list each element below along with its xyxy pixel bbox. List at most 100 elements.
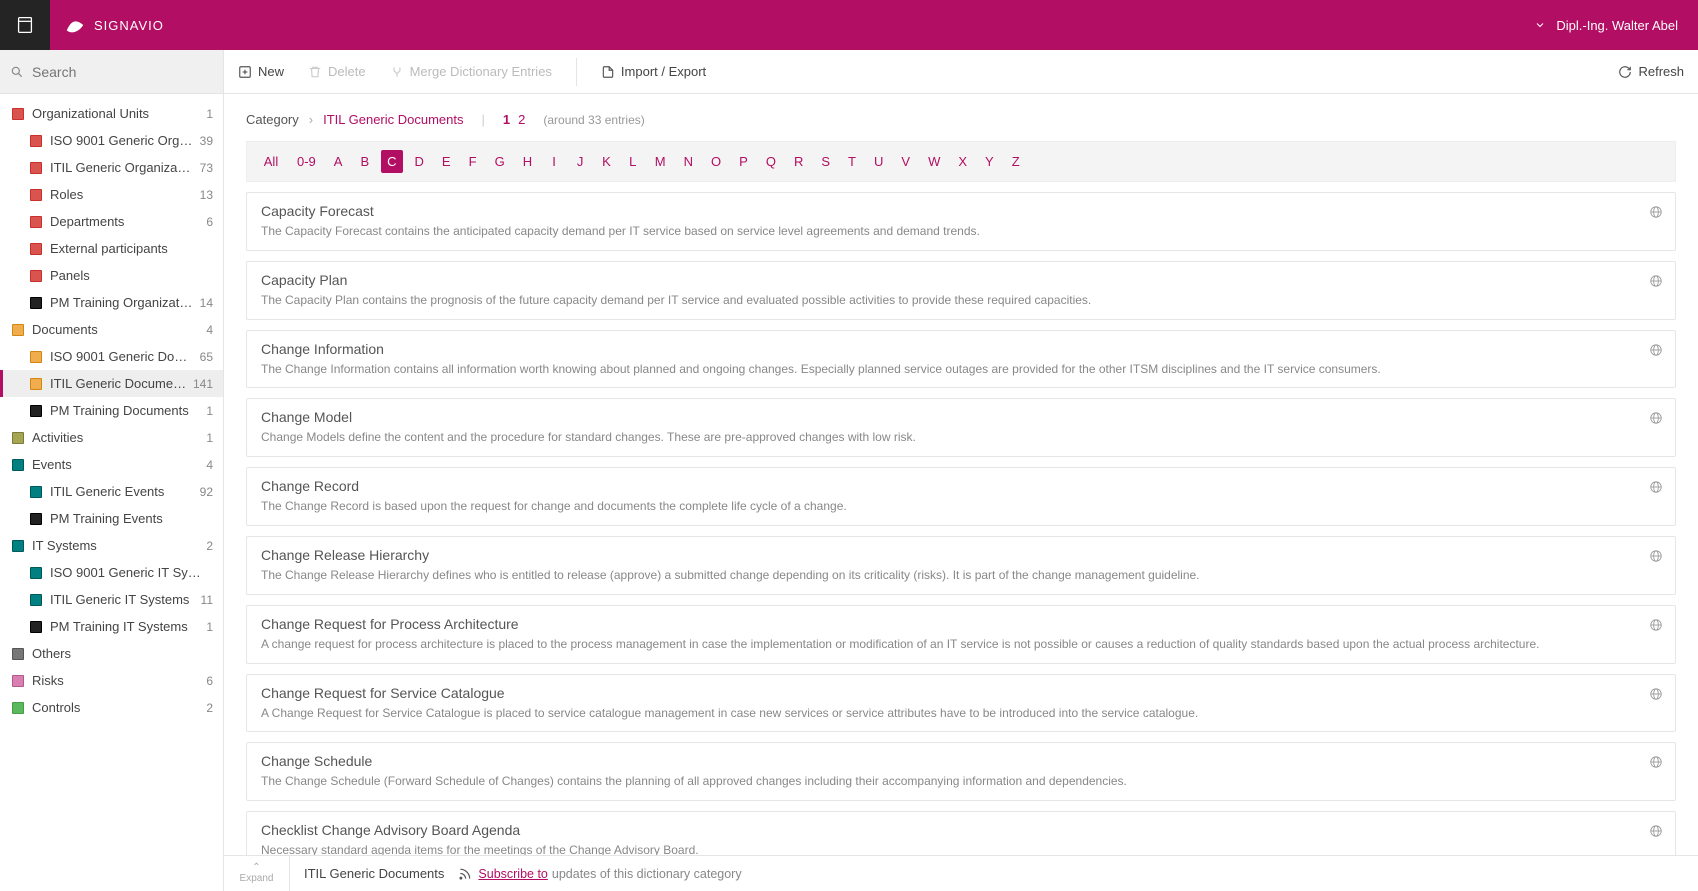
alpha-filter-button[interactable]: M <box>649 150 672 173</box>
category-icon <box>30 189 42 201</box>
sidebar-item-label: External participants <box>50 241 207 256</box>
top-bar: SIGNAVIO Dipl.-Ing. Walter Abel <box>0 0 1698 50</box>
sidebar-item[interactable]: Controls2 <box>0 694 223 721</box>
user-menu[interactable]: Dipl.-Ing. Walter Abel <box>1534 18 1698 33</box>
sidebar-item[interactable]: Risks6 <box>0 667 223 694</box>
dictionary-entry[interactable]: Change InformationThe Change Information… <box>246 330 1676 389</box>
sidebar-item[interactable]: Activities1 <box>0 424 223 451</box>
alpha-filter-button[interactable]: J <box>570 150 590 173</box>
alpha-filter-button[interactable]: I <box>544 150 564 173</box>
sidebar-item[interactable]: Others <box>0 640 223 667</box>
alpha-filter-button[interactable]: K <box>596 150 617 173</box>
dictionary-entry[interactable]: Change ScheduleThe Change Schedule (Forw… <box>246 742 1676 801</box>
alpha-filter-button[interactable]: F <box>463 150 483 173</box>
alpha-filter-button[interactable]: W <box>922 150 946 173</box>
breadcrumb: Category › ITIL Generic Documents | 12 (… <box>224 94 1698 137</box>
search-input[interactable] <box>32 64 213 80</box>
sidebar-item[interactable]: ITIL Generic IT Systems11 <box>0 586 223 613</box>
import-export-button[interactable]: Import / Export <box>601 64 706 79</box>
dictionary-entry[interactable]: Capacity PlanThe Capacity Plan contains … <box>246 261 1676 320</box>
dictionary-entry[interactable]: Capacity ForecastThe Capacity Forecast c… <box>246 192 1676 251</box>
trash-icon <box>308 65 322 79</box>
sidebar-item[interactable]: ISO 9001 Generic IT Systems <box>0 559 223 586</box>
alpha-filter-button[interactable]: X <box>952 150 973 173</box>
expand-button[interactable]: ⌃ Expand <box>224 856 290 891</box>
sidebar-item[interactable]: Departments6 <box>0 208 223 235</box>
sidebar-item[interactable]: PM Training Documents1 <box>0 397 223 424</box>
sidebar-item-label: Others <box>32 646 207 661</box>
merge-button: Merge Dictionary Entries <box>390 64 552 79</box>
footer-title: ITIL Generic Documents <box>290 866 458 881</box>
sidebar-item[interactable]: PM Training Organization14 <box>0 289 223 316</box>
sidebar-item-label: Panels <box>50 268 207 283</box>
alpha-filter-button[interactable]: E <box>436 150 457 173</box>
alpha-filter-button[interactable]: H <box>517 150 538 173</box>
alpha-filter-button[interactable]: G <box>489 150 511 173</box>
breadcrumb-root[interactable]: Category <box>246 112 299 127</box>
dictionary-entry[interactable]: Change Release HierarchyThe Change Relea… <box>246 536 1676 595</box>
alpha-filter-button[interactable]: T <box>842 150 862 173</box>
sidebar-item[interactable]: External participants <box>0 235 223 262</box>
alpha-filter-button[interactable]: 0-9 <box>291 150 322 173</box>
sidebar-item[interactable]: ITIL Generic Events92 <box>0 478 223 505</box>
sidebar-item-label: ISO 9001 Generic Documents <box>50 349 194 364</box>
alpha-filter-button[interactable]: O <box>705 150 727 173</box>
sidebar-item[interactable]: Organizational Units1 <box>0 100 223 127</box>
sidebar-item[interactable]: ITIL Generic Organization73 <box>0 154 223 181</box>
page-link[interactable]: 1 <box>503 112 510 127</box>
sidebar-item[interactable]: PM Training IT Systems1 <box>0 613 223 640</box>
dictionary-entry[interactable]: Change RecordThe Change Record is based … <box>246 467 1676 526</box>
dictionary-entry[interactable]: Change ModelChange Models define the con… <box>246 398 1676 457</box>
sidebar-item[interactable]: PM Training Events <box>0 505 223 532</box>
globe-icon <box>1649 343 1663 357</box>
alpha-filter-button[interactable]: P <box>733 150 754 173</box>
sidebar-item[interactable]: ISO 9001 Generic Documents65 <box>0 343 223 370</box>
alpha-filter-button[interactable]: U <box>868 150 889 173</box>
sidebar-item[interactable]: ITIL Generic Documents141 <box>0 370 223 397</box>
alpha-filter-button[interactable]: N <box>678 150 699 173</box>
sidebar-item[interactable]: Roles13 <box>0 181 223 208</box>
sidebar-item[interactable]: IT Systems2 <box>0 532 223 559</box>
alpha-filter-button[interactable]: A <box>328 150 349 173</box>
alpha-filter-button[interactable]: Q <box>760 150 782 173</box>
dictionary-entry[interactable]: Checklist Change Advisory Board AgendaNe… <box>246 811 1676 855</box>
entry-description: The Capacity Forecast contains the antic… <box>261 223 1635 240</box>
sidebar-item[interactable]: Panels <box>0 262 223 289</box>
sidebar-item[interactable]: Events4 <box>0 451 223 478</box>
sidebar-item[interactable]: ISO 9001 Generic Organizati...39 <box>0 127 223 154</box>
alpha-filter-button[interactable]: S <box>815 150 836 173</box>
delete-button: Delete <box>308 64 366 79</box>
alpha-filter-button[interactable]: Y <box>979 150 1000 173</box>
category-icon <box>12 540 24 552</box>
alpha-filter-button[interactable]: B <box>354 150 375 173</box>
chevron-up-icon: ⌃ <box>252 863 260 873</box>
category-icon <box>30 567 42 579</box>
dictionary-entry[interactable]: Change Request for Service CatalogueA Ch… <box>246 674 1676 733</box>
refresh-button[interactable]: Refresh <box>1618 64 1684 79</box>
brand: SIGNAVIO <box>50 14 164 36</box>
sidebar-item-label: ITIL Generic Documents <box>50 376 187 391</box>
alpha-filter-button[interactable]: D <box>409 150 430 173</box>
alpha-filter-button[interactable]: L <box>623 150 643 173</box>
sidebar-item-label: PM Training Events <box>50 511 207 526</box>
alpha-filter: All 0-9 ABCDEFGHIJKLMNOPQRSTUVWXYZ <box>246 141 1676 182</box>
page-link[interactable]: 2 <box>518 112 525 127</box>
sidebar-item[interactable]: Documents4 <box>0 316 223 343</box>
category-icon <box>12 324 24 336</box>
alpha-filter-button[interactable]: V <box>895 150 916 173</box>
entry-description: The Change Record is based upon the requ… <box>261 498 1635 515</box>
dictionary-entry[interactable]: Change Request for Process ArchitectureA… <box>246 605 1676 664</box>
entry-list[interactable]: Capacity ForecastThe Capacity Forecast c… <box>224 192 1698 855</box>
alpha-filter-button[interactable]: C <box>381 150 402 173</box>
subscribe-link[interactable]: Subscribe to <box>478 867 547 881</box>
app-menu-button[interactable] <box>0 0 50 50</box>
sidebar-item-label: Risks <box>32 673 200 688</box>
alpha-filter-button[interactable]: Z <box>1006 150 1026 173</box>
alpha-filter-button[interactable]: R <box>788 150 809 173</box>
category-icon <box>30 135 42 147</box>
new-button[interactable]: New <box>238 64 284 79</box>
sidebar-item-label: Organizational Units <box>32 106 200 121</box>
alpha-filter-button[interactable]: All <box>257 150 285 173</box>
entry-description: The Change Release Hierarchy defines who… <box>261 567 1635 584</box>
entry-title: Change Schedule <box>261 753 1635 769</box>
